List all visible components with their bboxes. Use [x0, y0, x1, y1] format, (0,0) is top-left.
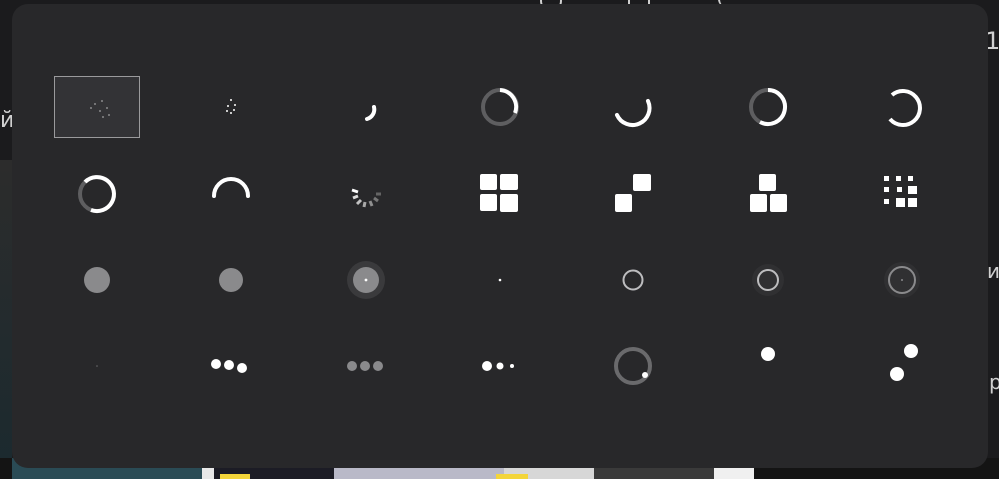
spinner-option[interactable]	[188, 249, 274, 311]
spinner-option[interactable]	[323, 163, 409, 225]
spinner-option[interactable]	[590, 249, 676, 311]
target-circle-spinner-icon	[880, 258, 924, 302]
spinner-option[interactable]	[457, 335, 543, 397]
spinner-grid	[12, 4, 988, 468]
spinner-option[interactable]	[54, 335, 140, 397]
spinner-option[interactable]	[323, 335, 409, 397]
segmented-line-spinner-icon	[344, 172, 388, 216]
spinner-option[interactable]	[725, 249, 811, 311]
pulse-halo-dot-spinner-icon	[344, 258, 388, 302]
tiny-dot-spinner-icon	[478, 258, 522, 302]
three-dots-gray-spinner-icon	[341, 344, 391, 388]
spinner-option[interactable]	[457, 76, 543, 138]
spinner-option[interactable]	[859, 249, 945, 311]
spinner-option[interactable]	[323, 249, 409, 311]
gray-dot-2-spinner-icon	[209, 258, 253, 302]
background-accent	[496, 474, 528, 479]
two-squares-spinner-icon	[611, 172, 655, 216]
spinner-option[interactable]	[188, 76, 274, 138]
ring-partial-spinner-icon	[746, 85, 790, 129]
spinner-picker-modal	[12, 4, 988, 468]
orbit-ring-spinner-icon	[611, 344, 655, 388]
spinner-option[interactable]	[54, 76, 140, 138]
spinner-option[interactable]	[859, 163, 945, 225]
ring-partial-bright-spinner-icon	[478, 85, 522, 129]
spinner-option[interactable]	[54, 163, 140, 225]
spinner-option[interactable]	[859, 76, 945, 138]
two-dots-orbit-spinner-icon	[880, 340, 924, 392]
arc-bottom-spinner-icon	[611, 85, 655, 129]
spinner-option[interactable]	[188, 163, 274, 225]
arc-top-spinner-icon	[209, 172, 253, 216]
dotted-sparkle-spinner-icon	[67, 82, 127, 132]
background-text: и	[987, 259, 999, 283]
faint-dot-spinner-icon	[75, 344, 119, 388]
spinner-option[interactable]	[590, 76, 676, 138]
ring-open-spinner-icon	[880, 85, 924, 129]
grid-squares-spinner-icon	[478, 172, 522, 216]
hollow-circle-spinner-icon	[611, 258, 655, 302]
ring-thick-spinner-icon	[75, 172, 119, 216]
spinner-option[interactable]	[590, 335, 676, 397]
small-dots-spinner-icon	[211, 87, 251, 127]
spinner-option[interactable]	[457, 163, 543, 225]
hollow-circle-halo-spinner-icon	[746, 258, 790, 302]
spinner-option[interactable]	[725, 163, 811, 225]
spinner-option[interactable]	[859, 335, 945, 397]
pixel-grid-spinner-icon	[880, 172, 924, 216]
spinner-option[interactable]	[590, 163, 676, 225]
spinner-option[interactable]	[457, 249, 543, 311]
single-dot-spinner-icon	[746, 344, 790, 388]
three-squares-spinner-icon	[746, 172, 790, 216]
dots-shrinking-spinner-icon	[475, 344, 525, 388]
gray-dot-spinner-icon	[75, 258, 119, 302]
background-accent	[220, 474, 250, 479]
spinner-option[interactable]	[188, 335, 274, 397]
spinner-option[interactable]	[725, 76, 811, 138]
spinner-option[interactable]	[323, 76, 409, 138]
background-text: р	[989, 370, 999, 394]
arc-small-spinner-icon	[344, 85, 388, 129]
three-dots-bounce-spinner-icon	[206, 344, 256, 388]
spinner-option[interactable]	[54, 249, 140, 311]
spinner-option[interactable]	[725, 335, 811, 397]
background-poster-left	[0, 160, 12, 479]
